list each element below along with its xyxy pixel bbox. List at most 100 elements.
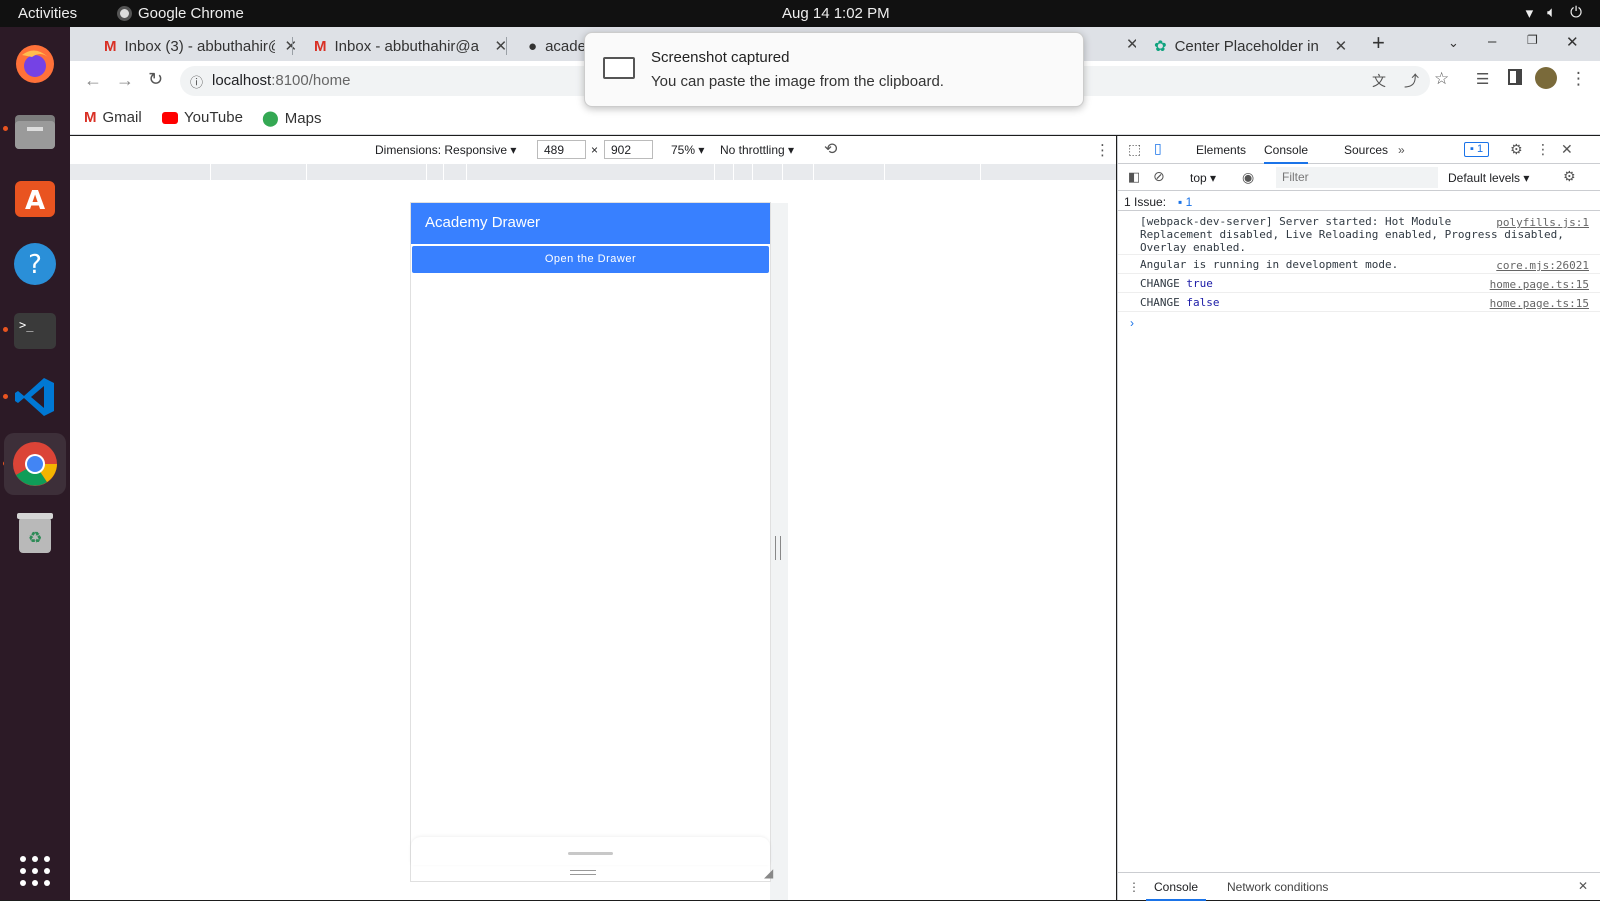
files-icon[interactable] xyxy=(11,107,59,155)
site-info-icon[interactable]: ⓘ xyxy=(190,72,203,91)
system-tray[interactable]: ▾ 🔈︎ ⏻ xyxy=(1526,4,1582,22)
bottom-drawer[interactable] xyxy=(411,837,770,865)
software-icon[interactable]: A xyxy=(11,173,59,221)
resize-grip-icon xyxy=(775,536,781,560)
new-tab-icon[interactable]: + xyxy=(1372,30,1385,56)
bookmark-star-icon[interactable]: ☆ xyxy=(1434,69,1449,89)
zoom-label: 75% xyxy=(671,143,696,157)
resize-grip-bottom-icon[interactable] xyxy=(570,870,596,875)
close-drawer-icon[interactable]: ✕ xyxy=(1578,879,1588,893)
issues-count[interactable]: ▪ 1 xyxy=(1178,195,1192,209)
tab-center-placeholder[interactable]: ✿ Center Placeholder in ✕ xyxy=(1136,31,1348,61)
emulated-device-screen: Academy Drawer Open the Drawer xyxy=(411,203,770,881)
console-message: [webpack-dev-server] Server started: Hot… xyxy=(1118,212,1600,255)
width-input[interactable]: 489 xyxy=(537,140,586,159)
chrome-dock-icon[interactable] xyxy=(4,433,66,495)
dimensions-select[interactable]: Dimensions: Responsive ▾ xyxy=(375,143,516,157)
open-drawer-button[interactable]: Open the Drawer xyxy=(412,246,769,273)
log-label: CHANGE xyxy=(1140,296,1180,309)
devtools-menu-icon[interactable]: ⋮ xyxy=(1536,141,1550,158)
context-label: top xyxy=(1190,171,1207,185)
clear-console-icon[interactable]: ⊘ xyxy=(1153,168,1165,185)
clock[interactable]: Aug 14 1:02 PM xyxy=(782,5,890,22)
log-levels-select[interactable]: Default levels ▾ xyxy=(1448,171,1529,185)
translate-icon[interactable]: 文 xyxy=(1372,71,1386,91)
tab-search-chevron-icon[interactable]: ⌄ xyxy=(1448,35,1459,51)
console-source-link[interactable]: polyfills.js:1 xyxy=(1496,216,1589,229)
resize-corner-icon[interactable]: ◢ xyxy=(764,866,773,880)
issues-badge-count: 1 xyxy=(1476,143,1484,155)
drawer-handle[interactable] xyxy=(568,852,613,855)
activities-button[interactable]: Activities xyxy=(18,5,77,22)
live-expression-eye-icon[interactable]: ◉ xyxy=(1242,169,1254,186)
context-select[interactable]: top ▾ xyxy=(1190,171,1216,185)
bookmark-maps[interactable]: ⬤ Maps xyxy=(262,109,321,128)
app-grid-icon[interactable] xyxy=(11,847,59,895)
console-filter-input[interactable]: Filter xyxy=(1276,167,1438,188)
vscode-icon[interactable] xyxy=(11,373,59,421)
reading-list-icon[interactable]: ☰ xyxy=(1476,70,1489,88)
notification-body: You can paste the image from the clipboa… xyxy=(651,73,944,90)
more-tabs-icon[interactable]: » xyxy=(1398,136,1405,164)
zoom-select[interactable]: 75% ▾ xyxy=(671,143,704,157)
console-message: Angular is running in development mode. … xyxy=(1118,255,1600,274)
device-toggle-icon[interactable]: ▯ xyxy=(1154,140,1162,157)
console-message-text: [webpack-dev-server] Server started: Hot… xyxy=(1140,215,1452,228)
throttling-select[interactable]: No throttling ▾ xyxy=(720,143,794,157)
close-window-icon[interactable]: ✕ xyxy=(1566,33,1579,51)
bookmark-youtube[interactable]: YouTube xyxy=(162,109,243,126)
tab-label: Inbox (3) - abbuthahir@a xyxy=(124,37,275,55)
console-source-link[interactable]: home.page.ts:15 xyxy=(1490,297,1589,310)
screenshot-notification[interactable]: Screenshot captured You can paste the im… xyxy=(584,32,1084,107)
drawer-tab-network-conditions[interactable]: Network conditions xyxy=(1219,873,1336,901)
drawer-tab-console[interactable]: Console xyxy=(1146,873,1207,901)
tab-elements[interactable]: Elements xyxy=(1196,136,1246,164)
reload-icon[interactable]: ↻ xyxy=(148,69,163,90)
tab-sources[interactable]: Sources xyxy=(1344,136,1388,164)
tab-gmail-inbox-3[interactable]: M Inbox (3) - abbuthahir@a ✕ xyxy=(86,31,297,61)
sidebar-toggle-icon[interactable]: ◧ xyxy=(1128,169,1140,185)
system-top-bar: Activities Google Chrome Aug 14 1:02 PM … xyxy=(0,0,1600,27)
tab-gmail-inbox[interactable]: M Inbox - abbuthahir@a ✕ xyxy=(296,31,507,61)
device-more-icon[interactable]: ⋮ xyxy=(1095,141,1110,159)
maximize-icon[interactable]: ❐ xyxy=(1527,33,1538,47)
svg-text:>_: >_ xyxy=(19,318,34,332)
trash-icon[interactable]: ♻ xyxy=(11,509,59,557)
device-toolbar: Dimensions: Responsive ▾ 489 × 902 75% ▾… xyxy=(70,136,1116,164)
console-settings-icon[interactable]: ⚙ xyxy=(1563,168,1576,185)
help-icon[interactable]: ? xyxy=(11,240,59,288)
share-icon[interactable]: ⤴ xyxy=(1404,70,1419,91)
terminal-icon[interactable]: >_ xyxy=(11,307,59,355)
minimize-icon[interactable]: – xyxy=(1488,33,1496,50)
drawer-menu-icon[interactable]: ⋮ xyxy=(1128,880,1140,894)
chatgpt-icon: ✿ xyxy=(1154,38,1167,55)
url-path: :8100/home xyxy=(271,72,351,89)
app-header: Academy Drawer xyxy=(411,203,770,244)
rotate-icon[interactable]: ⟲ xyxy=(824,139,837,159)
tab-console[interactable]: Console xyxy=(1264,136,1309,164)
side-panel-icon[interactable] xyxy=(1508,69,1522,85)
chrome-icon xyxy=(117,6,132,21)
device-resize-handle-right[interactable] xyxy=(770,203,788,900)
svg-text:?: ? xyxy=(28,250,42,280)
inspect-element-icon[interactable]: ⬚ xyxy=(1128,141,1141,158)
console-source-link[interactable]: home.page.ts:15 xyxy=(1490,278,1589,291)
close-tab-icon[interactable]: ✕ xyxy=(1335,37,1348,55)
app-menu[interactable]: Google Chrome xyxy=(117,5,244,22)
issues-bar[interactable]: 1 Issue: ▪ 1 xyxy=(1118,191,1600,211)
dimensions-label: Dimensions: Responsive xyxy=(375,143,508,157)
issues-badge[interactable]: ▪ 1 xyxy=(1464,142,1490,157)
chrome-menu-icon[interactable]: ⋮ xyxy=(1570,69,1587,89)
console-prompt-icon[interactable]: › xyxy=(1130,316,1134,330)
close-devtools-icon[interactable]: ✕ xyxy=(1561,141,1573,158)
height-input[interactable]: 902 xyxy=(604,140,653,159)
bookmark-gmail[interactable]: M Gmail xyxy=(84,109,142,126)
console-source-link[interactable]: core.mjs:26021 xyxy=(1496,259,1589,272)
avatar[interactable] xyxy=(1535,67,1557,89)
forward-icon[interactable]: → xyxy=(116,70,134,91)
firefox-icon[interactable] xyxy=(11,40,59,88)
youtube-icon xyxy=(162,111,178,124)
back-icon[interactable]: ← xyxy=(84,70,102,91)
settings-gear-icon[interactable]: ⚙ xyxy=(1510,141,1523,158)
tab-label: Inbox - abbuthahir@a xyxy=(334,37,480,55)
